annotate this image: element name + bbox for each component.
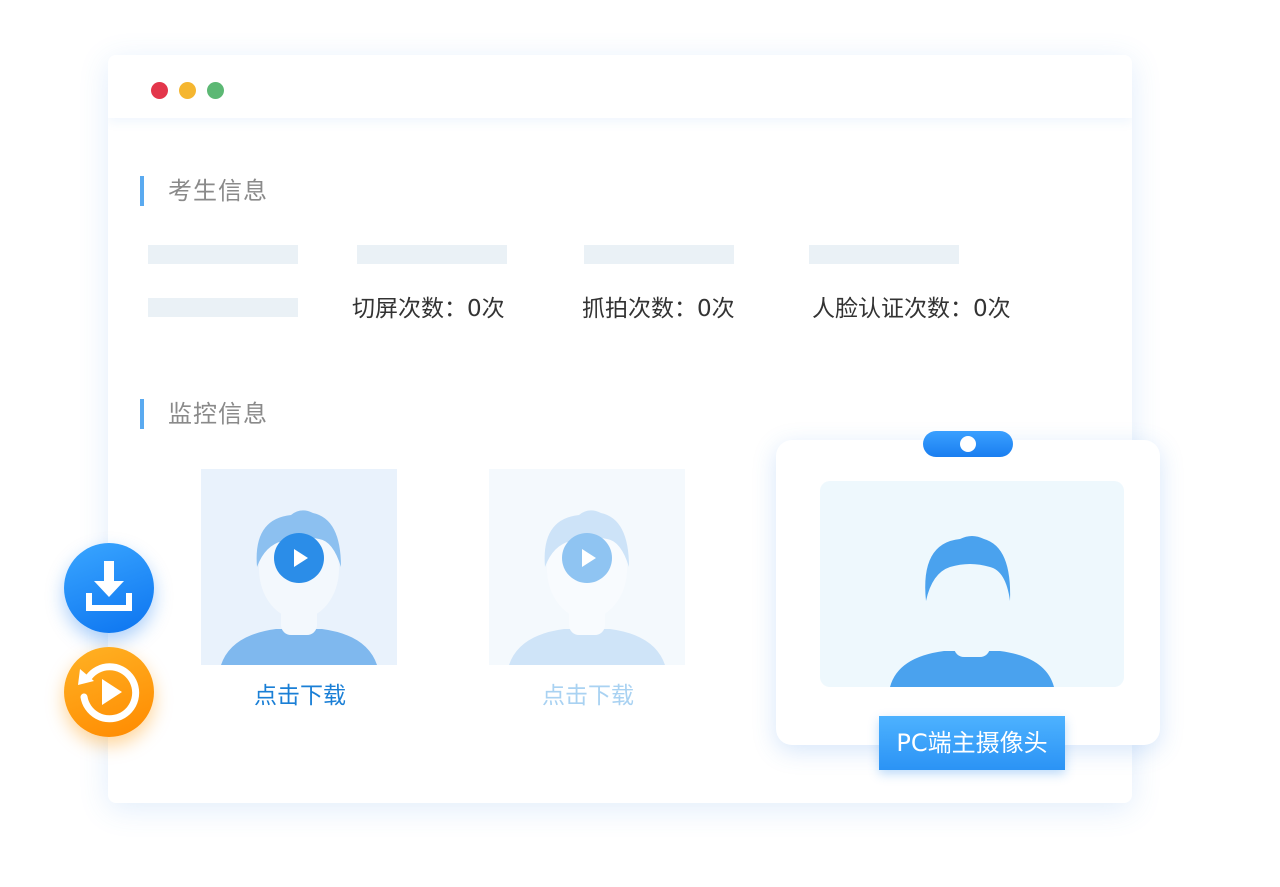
user-avatar-icon xyxy=(890,536,1054,687)
info-placeholder-bar xyxy=(357,245,507,264)
camera-label: PC端主摄像头 xyxy=(879,716,1065,770)
download-link[interactable]: 点击下载 xyxy=(542,681,634,711)
stage: 考生信息 切屏次数：0次 抓拍次数：0次 人脸认证次数：0次 监控信息 点击下载… xyxy=(0,0,1280,887)
download-link[interactable]: 点击下载 xyxy=(254,681,346,711)
play-icon[interactable] xyxy=(562,533,612,583)
info-placeholder-bar xyxy=(809,245,959,264)
face-auth-count: 人脸认证次数：0次 xyxy=(812,296,1011,322)
info-placeholder-bar xyxy=(584,245,734,264)
webcam-icon xyxy=(923,431,1013,457)
video-thumbnail[interactable] xyxy=(201,469,397,665)
video-thumbnail[interactable] xyxy=(489,469,685,665)
info-placeholder-bar xyxy=(148,298,298,317)
monitor-info-title: 监控信息 xyxy=(140,399,268,429)
minimize-window-button[interactable] xyxy=(179,82,196,99)
info-placeholder-bar xyxy=(148,245,298,264)
screen-switch-count: 切屏次数：0次 xyxy=(352,296,505,322)
replay-button[interactable] xyxy=(64,647,154,737)
webcam-lens xyxy=(960,436,976,452)
snapshot-count: 抓拍次数：0次 xyxy=(582,296,735,322)
replay-icon xyxy=(78,663,140,723)
download-button[interactable] xyxy=(64,543,154,633)
play-icon[interactable] xyxy=(274,533,324,583)
maximize-window-button[interactable] xyxy=(207,82,224,99)
camera-preview xyxy=(820,481,1124,687)
close-window-button[interactable] xyxy=(151,82,168,99)
student-info-title: 考生信息 xyxy=(140,176,268,206)
download-icon xyxy=(86,561,132,611)
window-titlebar xyxy=(108,55,1132,118)
